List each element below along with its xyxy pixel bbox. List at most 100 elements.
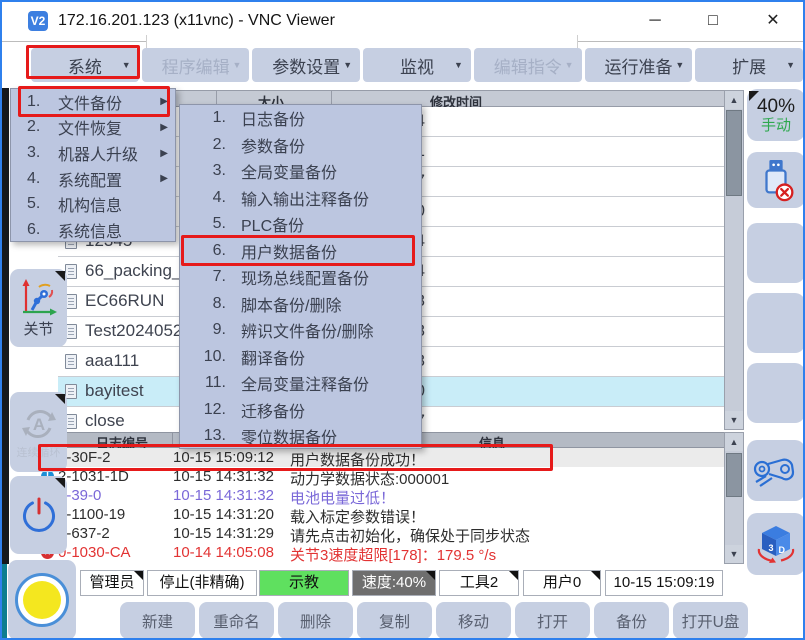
submenu-item-fieldbus-config-backup[interactable]: 7. 现场总线配置备份 <box>180 264 421 291</box>
svg-text:3: 3 <box>769 543 774 553</box>
submenu-item-plc-backup[interactable]: 5. PLC备份 <box>180 211 421 238</box>
chevron-down-icon: ▼ <box>565 60 574 70</box>
usb-eject-button[interactable] <box>747 152 805 208</box>
scrollbar-thumb[interactable] <box>726 110 742 196</box>
submenu-item-user-data-backup[interactable]: 6. 用户数据备份 <box>180 238 421 265</box>
speed-mode-button[interactable]: 40% 手动 <box>747 89 805 141</box>
chevron-down-icon: ▼ <box>454 60 463 70</box>
continuous-loop-button[interactable]: A 连续循环 <box>10 392 67 472</box>
joystick-button[interactable] <box>747 440 805 501</box>
log-time: 10-15 15:09:12 <box>173 449 274 466</box>
menu-item-system-config[interactable]: 4. 系统配置 ▶ <box>11 166 175 192</box>
submenu-arrow-icon: ▶ <box>160 122 168 133</box>
menu-item-robot-upgrade[interactable]: 3. 机器人升级 ▶ <box>11 140 175 166</box>
menu-monitor[interactable]: 监视 ▼ <box>363 48 471 82</box>
scroll-up-button[interactable]: ▲ <box>725 433 743 451</box>
empty-slot-button[interactable] <box>747 223 805 283</box>
loop-button-label: 连续循环 <box>17 444 61 460</box>
submenu-item-global-var-comment-backup[interactable]: 11. 全局变量注释备份 <box>180 370 421 397</box>
document-icon <box>65 354 77 369</box>
log-row[interactable]: 1-39-0 10-15 14:31:32 电池电量过低！ <box>37 486 724 505</box>
system-dropdown-menu: 1. 文件备份 ▶ 2. 文件恢复 ▶ 3. 机器人升级 ▶ 4. 系统配置 ▶… <box>10 88 176 242</box>
status-user-role[interactable]: 管理员 <box>80 570 144 596</box>
power-button[interactable] <box>10 476 67 554</box>
scroll-down-button[interactable]: ▼ <box>725 411 743 429</box>
status-run-state[interactable]: 停止(非精确) <box>147 570 257 596</box>
joint-mode-button[interactable]: 关节 <box>10 269 67 347</box>
log-row[interactable]: 2-1100-19 10-15 14:31:20 载入标定参数错误！ <box>37 505 724 524</box>
log-time: 10-14 14:05:08 <box>173 544 274 561</box>
left-edge-strip <box>2 88 9 564</box>
open-button[interactable]: 打开 <box>515 602 590 639</box>
new-button[interactable]: 新建 <box>120 602 195 639</box>
menu-label: 程序编辑 <box>162 53 230 78</box>
file-action-bar: 新建 重命名 删除 复制 移动 打开 备份 打开U盘 <box>120 602 748 639</box>
submenu-item-zero-data-backup[interactable]: 13. 零位数据备份 <box>180 423 421 450</box>
submenu-item-log-backup[interactable]: 1. 日志备份 <box>180 105 421 132</box>
log-scrollbar[interactable]: ▲ ▼ <box>724 432 744 564</box>
submenu-arrow-icon: ▶ <box>160 148 168 159</box>
menu-label: 监视 <box>400 53 434 78</box>
rename-button[interactable]: 重命名 <box>199 602 274 639</box>
log-time: 10-15 14:31:32 <box>173 487 274 504</box>
log-time: 10-15 14:31:32 <box>173 468 274 485</box>
log-row[interactable]: 2-1031-1D 10-15 14:31:32 动力学数据状态:000001 <box>37 467 724 486</box>
menu-edit-instruction[interactable]: 编辑指令 ▼ <box>474 48 582 82</box>
file-name: bayitest <box>85 381 144 401</box>
vnc-logo-icon: V2 <box>28 11 48 31</box>
close-button[interactable]: ✕ <box>756 9 790 33</box>
menu-extend[interactable]: 扩展 ▼ <box>695 48 803 82</box>
status-teach-mode[interactable]: 示教 <box>259 570 349 596</box>
log-row-selected[interactable]: 2-30F-2 10-15 15:09:12 用户数据备份成功！ <box>37 448 724 467</box>
vnc-toolbar-notch <box>146 35 578 48</box>
menu-label: 系统 <box>68 53 102 78</box>
menu-item-file-backup[interactable]: 1. 文件备份 ▶ <box>11 89 175 115</box>
move-button[interactable]: 移动 <box>436 602 511 639</box>
menu-item-mechanism-info[interactable]: 5. 机构信息 <box>11 192 175 218</box>
backup-button[interactable]: 备份 <box>594 602 669 639</box>
scrollbar-thumb[interactable] <box>726 453 742 497</box>
scroll-up-button[interactable]: ▲ <box>725 91 743 109</box>
usb-disconnected-icon <box>757 157 795 203</box>
file-name: close <box>85 411 125 430</box>
submenu-item-translation-backup[interactable]: 10. 翻译备份 <box>180 344 421 371</box>
chevron-down-icon: ▼ <box>343 60 352 70</box>
menu-run-prepare[interactable]: 运行准备 ▼ <box>585 48 693 82</box>
submenu-item-io-comment-backup[interactable]: 4. 输入输出注释备份 <box>180 185 421 212</box>
open-usb-button[interactable]: 打开U盘 <box>673 602 748 639</box>
status-tool-frame[interactable]: 工具2 <box>439 570 519 596</box>
file-name: aaa111 <box>85 351 139 371</box>
backup-submenu: 1. 日志备份 2. 参数备份 3. 全局变量备份 4. 输入输出注释备份 5.… <box>179 104 422 449</box>
maximize-button[interactable]: □ <box>696 9 730 33</box>
svg-text:A: A <box>32 415 44 434</box>
3d-view-button[interactable]: 3 D <box>747 513 805 575</box>
delete-button[interactable]: 删除 <box>278 602 353 639</box>
empty-slot-button[interactable] <box>747 363 805 423</box>
submenu-item-global-var-backup[interactable]: 3. 全局变量备份 <box>180 158 421 185</box>
minimize-button[interactable]: ─ <box>638 9 672 33</box>
window-title: 172.16.201.123 (x11vnc) - VNC Viewer <box>58 12 335 30</box>
menu-program-edit[interactable]: 程序编辑 ▼ <box>142 48 250 82</box>
status-speed[interactable]: 速度:40% <box>352 570 436 596</box>
menu-item-file-restore[interactable]: 2. 文件恢复 ▶ <box>11 115 175 141</box>
log-row[interactable]: 0-1030-CA 10-14 14:05:08 关节3速度超限[178]：17… <box>37 543 724 562</box>
submenu-item-param-backup[interactable]: 2. 参数备份 <box>180 132 421 159</box>
submenu-item-identify-file-backup-delete[interactable]: 9. 辨识文件备份/删除 <box>180 317 421 344</box>
empty-slot-button[interactable] <box>747 293 805 353</box>
submenu-item-migration-backup[interactable]: 12. 迁移备份 <box>180 397 421 424</box>
file-list-scrollbar[interactable]: ▲ ▼ <box>724 90 744 430</box>
scroll-down-button[interactable]: ▼ <box>725 545 743 563</box>
log-time: 10-15 14:31:20 <box>173 506 274 523</box>
enable-switch-button[interactable] <box>8 560 76 640</box>
menu-item-system-info[interactable]: 6. 系统信息 <box>11 217 175 243</box>
submenu-item-script-backup-delete[interactable]: 8. 脚本备份/删除 <box>180 291 421 318</box>
menu-label: 扩展 <box>732 53 766 78</box>
menu-parameter-settings[interactable]: 参数设置 ▼ <box>252 48 360 82</box>
log-id: 0-1030-CA <box>58 544 131 561</box>
menu-system[interactable]: 系统 ▼ <box>31 48 139 82</box>
log-row[interactable]: 2-637-2 10-15 14:31:29 请先点击初始化，确保处于同步状态 <box>37 524 724 543</box>
document-icon <box>65 384 77 399</box>
vnc-viewer-window: V2 172.16.201.123 (x11vnc) - VNC Viewer … <box>0 0 805 640</box>
status-user-frame[interactable]: 用户0 <box>523 570 601 596</box>
copy-button[interactable]: 复制 <box>357 602 432 639</box>
